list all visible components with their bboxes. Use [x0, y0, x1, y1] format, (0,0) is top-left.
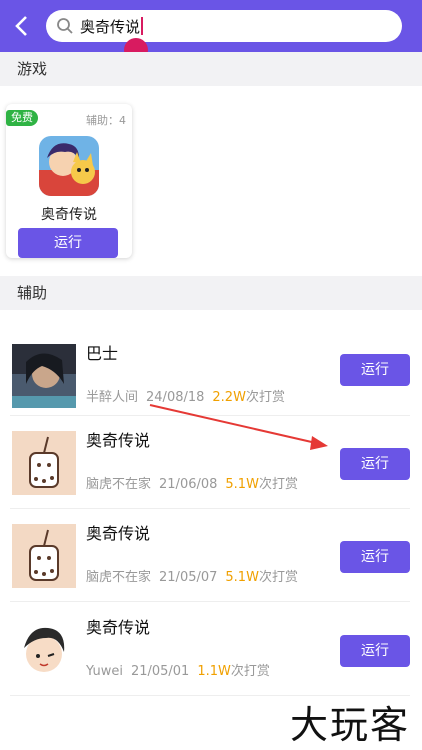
- assist-meta: Yuwei 21/05/01 1.1W次打赏: [86, 660, 270, 679]
- assist-list: 巴士 半醉人间 24/08/18 2.2W次打赏 运行 奥奇传说 脑虎不在家 21/0…: [0, 310, 422, 750]
- game-icon[interactable]: [39, 136, 99, 196]
- watermark: 大玩客: [289, 703, 410, 747]
- reward-count: 5.1W: [225, 477, 259, 492]
- assist-count: 辅助：4: [86, 114, 126, 127]
- search-input[interactable]: 奥奇传说: [46, 10, 402, 42]
- assist-thumbnail: [12, 618, 76, 682]
- back-button[interactable]: [6, 10, 38, 42]
- assist-run-button[interactable]: 运行: [340, 635, 410, 667]
- assist-run-button[interactable]: 运行: [340, 448, 410, 480]
- reward-count: 2.2W: [212, 390, 246, 405]
- reward-suffix: 次打赏: [258, 477, 298, 492]
- section-header-assist: 辅助: [0, 276, 422, 310]
- back-arrow-icon: [15, 16, 27, 36]
- section-header-games: 游戏: [0, 52, 422, 86]
- list-item[interactable]: 奥奇传说 脑虎不在家 21/05/07 5.1W次打赏 运行: [10, 510, 410, 602]
- games-area: 免费 辅助：4 奥奇传说 运行: [0, 86, 422, 276]
- assist-author: Yuwei: [86, 664, 123, 679]
- text-cursor: [141, 17, 144, 35]
- assist-thumbnail: [12, 431, 76, 495]
- game-card[interactable]: 免费 辅助：4 奥奇传说 运行: [6, 104, 132, 258]
- search-icon: [57, 18, 73, 34]
- search-query-text: 奥奇传说: [80, 17, 141, 36]
- free-badge: 免费: [6, 110, 38, 126]
- assist-title: 奥奇传说: [86, 618, 151, 637]
- assist-thumbnail: [12, 524, 76, 588]
- assist-date: 21/06/08: [159, 477, 218, 492]
- reward-count: 1.1W: [197, 664, 231, 679]
- assist-title: 巴士: [86, 344, 119, 363]
- game-run-button[interactable]: 运行: [18, 228, 118, 258]
- reward-suffix: 次打赏: [230, 664, 270, 679]
- assist-run-button[interactable]: 运行: [340, 354, 410, 386]
- top-bar: 奥奇传说: [0, 0, 422, 52]
- assist-author: 脑虎不在家: [86, 477, 152, 492]
- reward-count: 5.1W: [225, 570, 259, 585]
- reward-suffix: 次打赏: [245, 390, 285, 405]
- game-name: 奥奇传说: [41, 207, 97, 223]
- assist-author: 半醉人间: [86, 390, 139, 405]
- assist-meta: 脑虎不在家 21/06/08 5.1W次打赏: [86, 473, 298, 492]
- assist-title: 奥奇传说: [86, 524, 151, 543]
- assist-meta: 脑虎不在家 21/05/07 5.1W次打赏: [86, 566, 298, 585]
- assist-author: 脑虎不在家: [86, 570, 152, 585]
- assist-date: 21/05/07: [159, 570, 218, 585]
- list-item[interactable]: 巴士 半醉人间 24/08/18 2.2W次打赏 运行: [10, 324, 410, 416]
- assist-thumbnail: [12, 344, 76, 408]
- reward-suffix: 次打赏: [258, 570, 298, 585]
- assist-date: 21/05/01: [130, 664, 190, 679]
- list-item[interactable]: 奥奇传说 脑虎不在家 21/06/08 5.1W次打赏 运行: [10, 417, 410, 509]
- assist-title: 奥奇传说: [86, 431, 151, 450]
- list-item[interactable]: 奥奇传说 Yuwei 21/05/01 1.1W次打赏 运行: [10, 604, 410, 696]
- assist-date: 24/08/18: [146, 390, 205, 405]
- assist-meta: 半醉人间 24/08/18 2.2W次打赏: [86, 386, 285, 405]
- assist-run-button[interactable]: 运行: [340, 541, 410, 573]
